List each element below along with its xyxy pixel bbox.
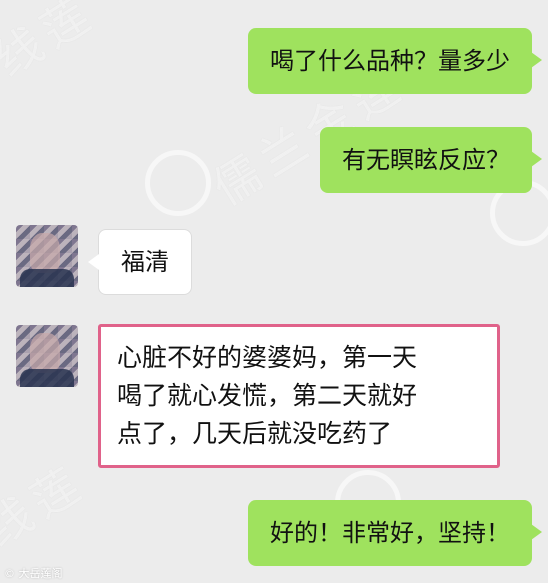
watermark-text: 线莲 [0, 0, 106, 88]
message-bubble-outgoing[interactable]: 喝了什么品种？量多少 [248, 28, 542, 94]
message-bubble-outgoing[interactable]: 有无瞑眩反应？ [320, 127, 542, 193]
message-text-line: 喝了就心发慌，第二天就好 [117, 381, 418, 410]
message-bubble-incoming-highlighted[interactable]: 心脏不好的婆婆妈，第一天 喝了就心发慌，第二天就好 点了，几天后就没吃药了 [98, 324, 500, 468]
avatar-body [20, 369, 74, 387]
avatar-face [30, 333, 60, 373]
chat-window: 线莲 儒兰金莲 儒兰金莲 线莲 喝了什么品种？量多少 有无瞑眩反应？ 福清 心脏… [0, 0, 548, 583]
source-watermark-tag: © 大岳莲阁 [4, 567, 63, 580]
message-text: 喝了什么品种？量多少 [270, 47, 510, 75]
message-text-line: 点了，几天后就没吃药了 [117, 419, 393, 448]
message-bubble-incoming[interactable]: 福清 [88, 229, 192, 295]
message-bubble-outgoing[interactable]: 好的！非常好，坚持！ [248, 500, 542, 566]
avatar-face [30, 233, 60, 273]
contact-avatar[interactable] [16, 225, 78, 287]
watermark-logo-icon [145, 150, 211, 216]
contact-avatar[interactable] [16, 325, 78, 387]
message-text: 福清 [121, 248, 169, 276]
message-text: 好的！非常好，坚持！ [270, 519, 510, 547]
avatar-body [20, 269, 74, 287]
watermark-text: 线莲 [0, 454, 96, 558]
message-text: 有无瞑眩反应？ [342, 146, 510, 174]
message-text-line: 心脏不好的婆婆妈，第一天 [117, 343, 418, 372]
